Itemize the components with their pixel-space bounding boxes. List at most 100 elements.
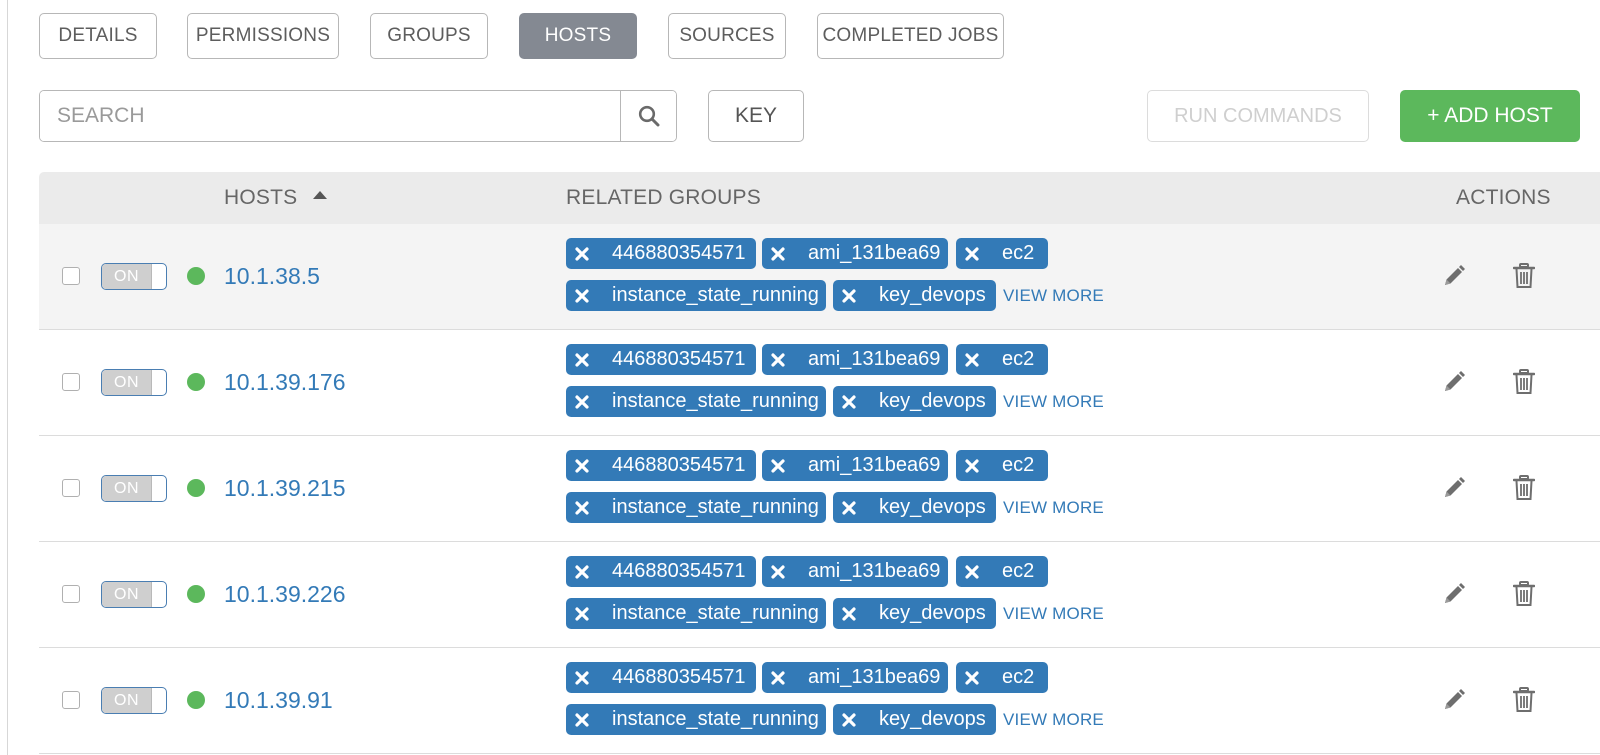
close-icon[interactable] [574,352,590,368]
view-more-link[interactable]: VIEW MORE [1003,498,1104,518]
row-checkbox[interactable] [62,267,80,285]
search-button[interactable] [620,91,676,141]
group-tag: key_devops [833,280,996,311]
group-tag: key_devops [833,704,996,735]
group-tag-label: ami_131bea69 [808,666,941,688]
group-tag: ami_131bea69 [762,556,948,587]
tab-details[interactable]: DETAILS [39,13,157,59]
search-box [39,90,677,142]
view-more-link[interactable]: VIEW MORE [1003,604,1104,624]
group-tag-label: ami_131bea69 [808,454,941,476]
table-row: ON 10.1.39.226 446880354571 ami_131bea69 e… [39,542,1600,648]
close-icon[interactable] [964,352,980,368]
host-enabled-toggle[interactable]: ON [101,263,167,290]
group-tag-label: instance_state_running [612,602,819,624]
close-icon[interactable] [841,500,857,516]
table-header: HOSTS RELATED GROUPS ACTIONS [39,172,1600,224]
close-icon[interactable] [964,564,980,580]
tab-hosts[interactable]: HOSTS [519,13,637,59]
close-icon[interactable] [574,394,590,410]
pencil-icon[interactable] [1442,264,1466,288]
key-button[interactable]: KEY [708,90,804,142]
add-host-button[interactable]: + ADD HOST [1400,90,1580,142]
close-icon[interactable] [841,394,857,410]
status-dot [187,267,205,285]
close-icon[interactable] [841,288,857,304]
close-icon[interactable] [841,712,857,728]
group-tag: instance_state_running [566,492,826,523]
group-tag-label: 446880354571 [612,454,746,476]
table-row: ON 10.1.38.5 446880354571 ami_131bea69 ec2… [39,224,1600,330]
close-icon[interactable] [574,606,590,622]
close-icon[interactable] [574,564,590,580]
trash-icon[interactable] [1513,263,1535,289]
pencil-icon[interactable] [1442,370,1466,394]
close-icon[interactable] [574,712,590,728]
row-checkbox[interactable] [62,691,80,709]
tab-sources[interactable]: SOURCES [668,13,786,59]
trash-icon[interactable] [1513,581,1535,607]
close-icon[interactable] [574,246,590,262]
toggle-label: ON [102,476,152,501]
close-icon[interactable] [964,246,980,262]
trash-icon[interactable] [1513,475,1535,501]
group-tag: ec2 [956,238,1048,269]
host-name-link[interactable]: 10.1.39.91 [224,684,333,716]
group-tag-label: ec2 [1002,454,1035,476]
view-more-link[interactable]: VIEW MORE [1003,710,1104,730]
group-tag-label: ec2 [1002,348,1035,370]
host-enabled-toggle[interactable]: ON [101,475,167,502]
close-icon[interactable] [770,564,786,580]
host-name-link[interactable]: 10.1.39.215 [224,472,346,504]
trash-icon[interactable] [1513,369,1535,395]
group-tag: instance_state_running [566,704,826,735]
close-icon[interactable] [574,500,590,516]
close-icon[interactable] [574,670,590,686]
group-tag-label: instance_state_running [612,708,819,730]
status-dot [187,585,205,603]
table-row: ON 10.1.39.176 446880354571 ami_131bea69 e… [39,330,1600,436]
host-enabled-toggle[interactable]: ON [101,687,167,714]
close-icon[interactable] [770,246,786,262]
table-row: ON 10.1.39.91 446880354571 ami_131bea69 ec… [39,648,1600,754]
group-tag-label: 446880354571 [612,560,746,582]
group-tag: ec2 [956,556,1048,587]
host-name-link[interactable]: 10.1.38.5 [224,260,320,292]
group-tag: key_devops [833,386,996,417]
trash-icon[interactable] [1513,687,1535,713]
pencil-icon[interactable] [1442,582,1466,606]
search-input[interactable] [40,91,620,141]
close-icon[interactable] [770,670,786,686]
sort-ascending-icon[interactable] [313,191,328,199]
close-icon[interactable] [964,458,980,474]
tab-permissions[interactable]: PERMISSIONS [187,13,339,59]
run-commands-button[interactable]: RUN COMMANDS [1147,90,1369,142]
close-icon[interactable] [574,288,590,304]
column-header-hosts[interactable]: HOSTS [224,172,328,224]
close-icon[interactable] [841,606,857,622]
close-icon[interactable] [770,352,786,368]
group-tag-label: key_devops [879,496,986,518]
group-tag-label: instance_state_running [612,496,819,518]
tab-completed-jobs[interactable]: COMPLETED JOBS [817,13,1004,59]
row-checkbox[interactable] [62,585,80,603]
host-enabled-toggle[interactable]: ON [101,581,167,608]
host-enabled-toggle[interactable]: ON [101,369,167,396]
group-tag: ami_131bea69 [762,344,948,375]
host-name-link[interactable]: 10.1.39.176 [224,366,346,398]
row-checkbox[interactable] [62,373,80,391]
close-icon[interactable] [770,458,786,474]
tab-groups[interactable]: GROUPS [370,13,488,59]
left-divider [7,0,8,755]
pencil-icon[interactable] [1442,476,1466,500]
close-icon[interactable] [574,458,590,474]
group-tag-label: ami_131bea69 [808,560,941,582]
row-checkbox[interactable] [62,479,80,497]
group-tag: 446880354571 [566,556,756,587]
group-tag-label: ec2 [1002,666,1035,688]
pencil-icon[interactable] [1442,688,1466,712]
view-more-link[interactable]: VIEW MORE [1003,392,1104,412]
view-more-link[interactable]: VIEW MORE [1003,286,1104,306]
close-icon[interactable] [964,670,980,686]
host-name-link[interactable]: 10.1.39.226 [224,578,346,610]
